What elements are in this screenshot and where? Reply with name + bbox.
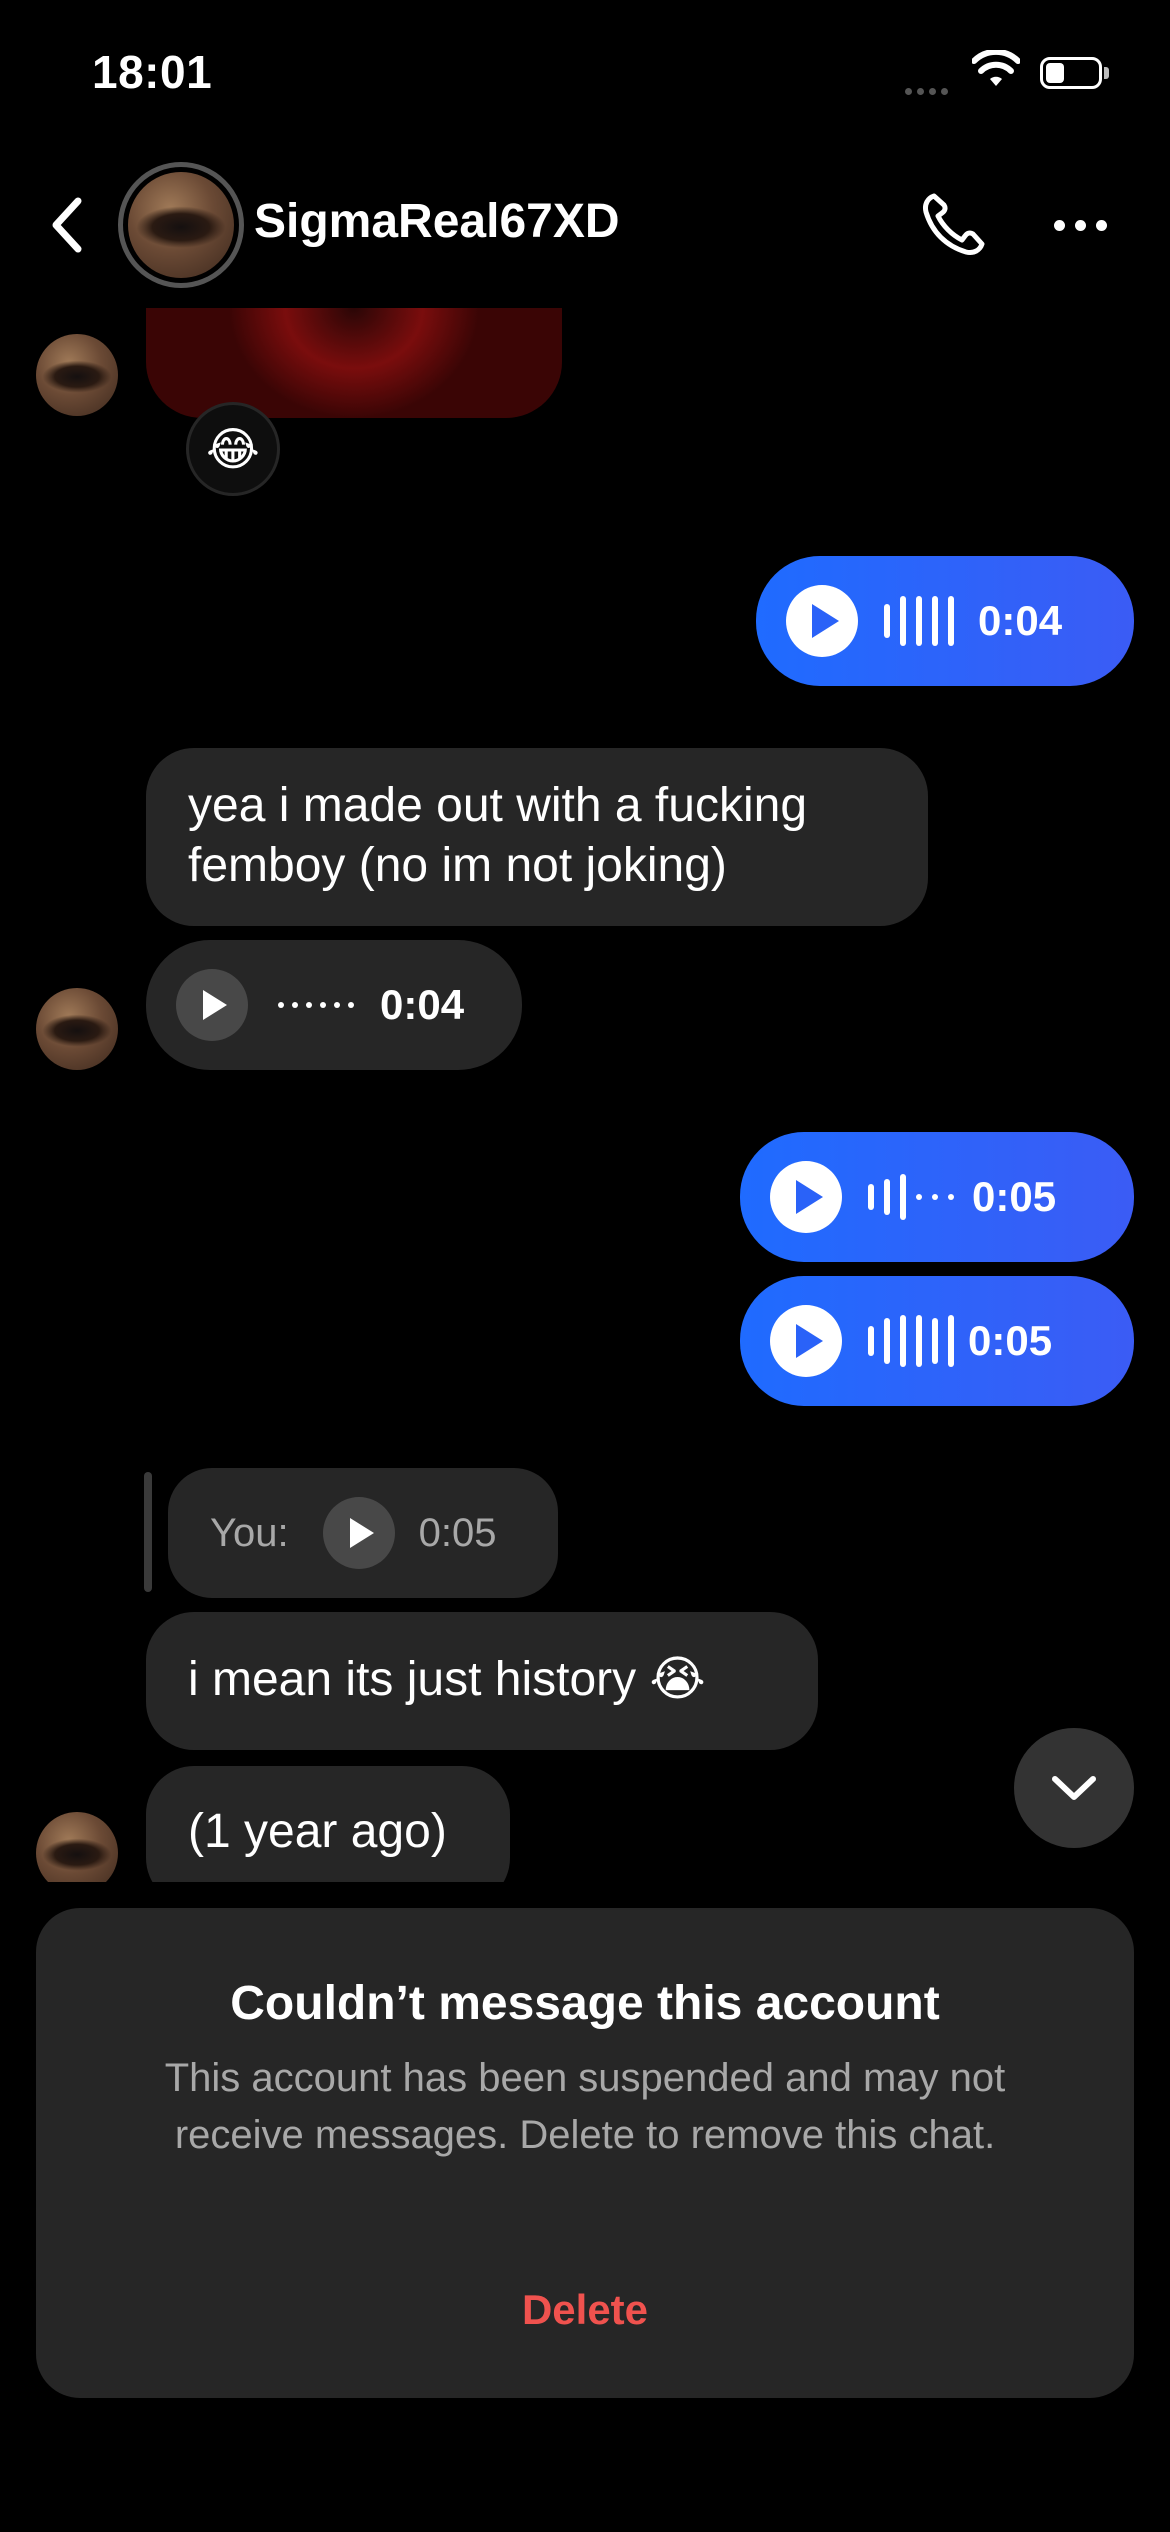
back-arrow-icon[interactable]: [48, 195, 88, 260]
more-options-icon[interactable]: [1054, 218, 1117, 236]
battery-tip: [1104, 67, 1109, 79]
play-icon[interactable]: [786, 585, 858, 657]
reply-indicator: [144, 1472, 152, 1592]
voice-duration: 0:05: [972, 1173, 1057, 1220]
play-icon[interactable]: [322, 1497, 395, 1569]
avatar[interactable]: [36, 1812, 118, 1882]
notice-body: This account has been suspended and may …: [164, 2056, 1006, 2157]
voice-message-incoming[interactable]: 0:04: [146, 940, 522, 1070]
message-bubble-incoming[interactable]: i mean its just history 😭: [146, 1612, 818, 1750]
cellular-signal-icon: [905, 82, 953, 100]
reply-label: You:: [210, 1510, 289, 1555]
avatar[interactable]: [36, 988, 118, 1070]
message-text: i mean its just history 😭: [188, 1653, 706, 1706]
message-text: (1 year ago): [188, 1805, 447, 1858]
phone-call-icon[interactable]: [918, 190, 988, 265]
play-icon[interactable]: [770, 1161, 842, 1233]
header-avatar[interactable]: [128, 172, 234, 278]
voice-duration: 0:05: [968, 1317, 1053, 1364]
message-bubble-incoming[interactable]: (1 year ago): [146, 1766, 510, 1882]
play-icon[interactable]: [176, 969, 248, 1041]
voice-message-outgoing[interactable]: 0:05: [740, 1276, 1134, 1406]
play-icon[interactable]: [770, 1305, 842, 1377]
waveform: [868, 1311, 964, 1371]
chevron-down-icon: [1052, 1776, 1096, 1800]
message-text: yea i made out with a fucking femboy (no…: [188, 779, 808, 892]
battery-icon: [1040, 57, 1102, 89]
message-bubble-incoming[interactable]: yea i made out with a fucking femboy (no…: [146, 748, 928, 926]
status-time: 18:01: [92, 46, 213, 98]
reaction-emoji[interactable]: 😂: [186, 402, 280, 496]
waveform: [884, 591, 964, 651]
avatar[interactable]: [36, 334, 118, 416]
voice-duration: 0:04: [380, 981, 465, 1028]
reply-preview[interactable]: You: 0:05: [168, 1468, 558, 1598]
voice-duration: 0:04: [978, 597, 1063, 644]
scroll-to-bottom-button[interactable]: [1014, 1728, 1134, 1848]
waveform: [868, 1167, 964, 1227]
voice-message-outgoing[interactable]: 0:05: [740, 1132, 1134, 1262]
waveform: [278, 1002, 362, 1008]
voice-message-outgoing[interactable]: 0:04: [756, 556, 1134, 686]
chat-username[interactable]: SigmaReal67XD: [254, 194, 620, 249]
reply-duration: 0:05: [418, 1510, 497, 1555]
notice-title: Couldn’t message this account: [230, 1977, 940, 2030]
wifi-icon: [971, 48, 1021, 95]
delete-button[interactable]: Delete: [36, 2286, 1134, 2334]
account-suspended-notice: Couldn’t message this account This accou…: [36, 1908, 1134, 2398]
image-message[interactable]: [146, 308, 562, 418]
message-clip-area: (1 year ago): [0, 1762, 1170, 1882]
